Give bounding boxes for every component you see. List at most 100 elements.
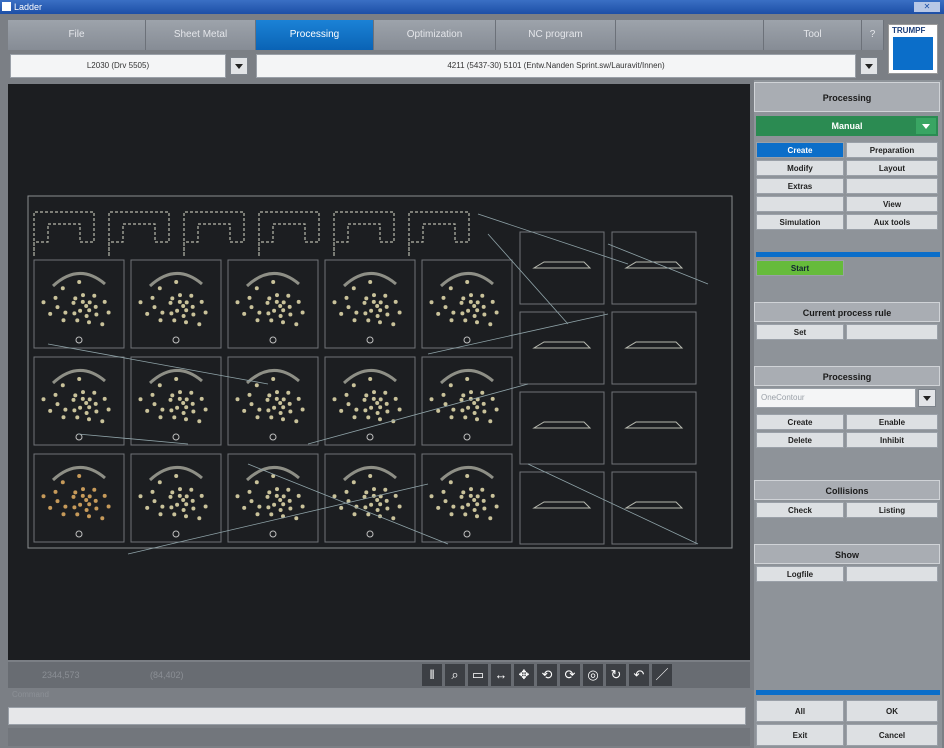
hole-mark xyxy=(172,512,177,517)
program-dropdown-icon[interactable] xyxy=(860,57,878,75)
machine-dropdown-icon[interactable] xyxy=(230,57,248,75)
hole-mark xyxy=(267,490,272,495)
hole-mark xyxy=(87,320,91,325)
layout-button[interactable]: Layout xyxy=(846,160,938,176)
draw-line-icon[interactable]: ／ xyxy=(652,664,672,686)
hole-mark xyxy=(75,415,80,420)
hole-mark xyxy=(472,314,477,318)
hole-mark xyxy=(449,512,454,517)
hole-mark xyxy=(461,393,466,398)
hole-mark xyxy=(257,310,262,315)
hole-mark xyxy=(286,390,291,395)
hole-mark xyxy=(271,377,276,381)
tab-nc-program[interactable]: NC program xyxy=(496,20,616,50)
view-button[interactable]: View xyxy=(846,196,938,212)
main-tabs: File Sheet Metal Processing Optimization… xyxy=(8,20,884,50)
status-bar: 2344,573 (84,402) ‖ ⌕ ▭ ↔ ✥ ⟲ ⟳ ◎ ↻ ↶ ／ xyxy=(8,662,750,688)
hole-mark xyxy=(84,401,89,405)
hole-mark xyxy=(480,293,485,298)
preparation-button[interactable]: Preparation xyxy=(846,142,938,158)
check-button[interactable]: Check xyxy=(756,502,844,518)
zoom-icon[interactable]: ⌕ xyxy=(445,664,465,686)
set-button[interactable]: Set xyxy=(756,324,844,340)
refresh-icon[interactable]: ↻ xyxy=(606,664,626,686)
hole-mark xyxy=(469,487,473,492)
hole-mark xyxy=(138,494,143,499)
hole-mark xyxy=(364,296,369,301)
exit-button[interactable]: Exit xyxy=(756,724,844,746)
sheet-canvas[interactable] xyxy=(8,84,750,660)
blank-button-4[interactable] xyxy=(846,566,938,582)
inhibit-button[interactable]: Inhibit xyxy=(846,432,938,448)
contour-dropdown-icon[interactable] xyxy=(918,389,936,407)
hole-mark xyxy=(150,489,155,494)
ok-button[interactable]: OK xyxy=(846,700,938,722)
hole-mark xyxy=(451,407,456,412)
rotate-left-icon[interactable]: ⟲ xyxy=(537,664,557,686)
all-button[interactable]: All xyxy=(756,700,844,722)
extras-button[interactable]: Extras xyxy=(756,178,844,194)
tab-tool[interactable]: Tool xyxy=(764,20,862,50)
tab-file[interactable]: File xyxy=(8,20,146,50)
pause-icon[interactable]: ‖ xyxy=(422,664,442,686)
part-arc xyxy=(51,466,106,482)
hole-mark xyxy=(172,415,177,420)
listing-button[interactable]: Listing xyxy=(846,502,938,518)
program-select[interactable]: 4211 (5437-30) 5101 (Entw.Nanden Sprint.… xyxy=(256,54,856,78)
hole-mark xyxy=(384,401,389,406)
tab-optimization[interactable]: Optimization xyxy=(374,20,496,50)
hole-mark xyxy=(145,311,150,316)
aux-tools-button[interactable]: Aux tools xyxy=(846,214,938,230)
delete-button[interactable]: Delete xyxy=(756,432,844,448)
hole-mark xyxy=(436,505,441,510)
hole-mark xyxy=(275,293,279,298)
blank-button-2[interactable] xyxy=(756,196,844,212)
logfile-button[interactable]: Logfile xyxy=(756,566,844,582)
chevron-down-icon[interactable] xyxy=(916,118,936,134)
create2-button[interactable]: Create xyxy=(756,414,844,430)
hole-mark xyxy=(100,516,105,521)
close-icon[interactable]: ✕ xyxy=(914,2,940,12)
blank-button[interactable] xyxy=(846,178,938,194)
hole-mark xyxy=(278,411,283,415)
part-arc xyxy=(342,369,397,385)
small-part xyxy=(624,341,684,349)
hole-mark xyxy=(257,504,262,509)
hole-mark xyxy=(278,304,283,308)
mode-select[interactable]: Manual xyxy=(756,116,938,136)
enable-button[interactable]: Enable xyxy=(846,414,938,430)
move-icon[interactable]: ✥ xyxy=(514,664,534,686)
hole-mark xyxy=(475,308,480,313)
hole-mark xyxy=(371,396,376,401)
hole-mark xyxy=(178,487,182,492)
hole-mark xyxy=(92,487,97,492)
modify-button[interactable]: Modify xyxy=(756,160,844,176)
travel-path xyxy=(477,213,629,265)
hole-mark xyxy=(184,494,189,499)
hole-mark xyxy=(429,300,434,305)
contour-field[interactable]: OneContour xyxy=(756,388,916,408)
measure-icon[interactable]: ↔ xyxy=(491,664,511,686)
hole-mark xyxy=(494,407,499,412)
hole-mark xyxy=(346,305,351,310)
hole-mark xyxy=(272,308,277,313)
tab-empty[interactable] xyxy=(616,20,764,50)
hole-mark xyxy=(469,293,473,298)
create-button[interactable]: Create xyxy=(756,142,844,158)
start-button[interactable]: Start xyxy=(756,260,844,276)
blank-button-3[interactable] xyxy=(846,324,938,340)
cancel-button[interactable]: Cancel xyxy=(846,724,938,746)
tab-processing[interactable]: Processing xyxy=(256,20,374,50)
tab-help[interactable]: ? xyxy=(862,20,884,50)
rotate-right-icon[interactable]: ⟳ xyxy=(560,664,580,686)
hole-mark xyxy=(267,393,272,398)
tab-sheet-metal[interactable]: Sheet Metal xyxy=(146,20,256,50)
command-input[interactable] xyxy=(8,707,746,725)
hole-mark xyxy=(174,377,179,381)
fit-icon[interactable]: ▭ xyxy=(468,664,488,686)
redraw-icon[interactable]: ◎ xyxy=(583,664,603,686)
hole-mark xyxy=(288,506,293,511)
machine-select[interactable]: L2030 (Drv 5505) xyxy=(10,54,226,78)
undo-icon[interactable]: ↶ xyxy=(629,664,649,686)
simulation-button[interactable]: Simulation xyxy=(756,214,844,230)
